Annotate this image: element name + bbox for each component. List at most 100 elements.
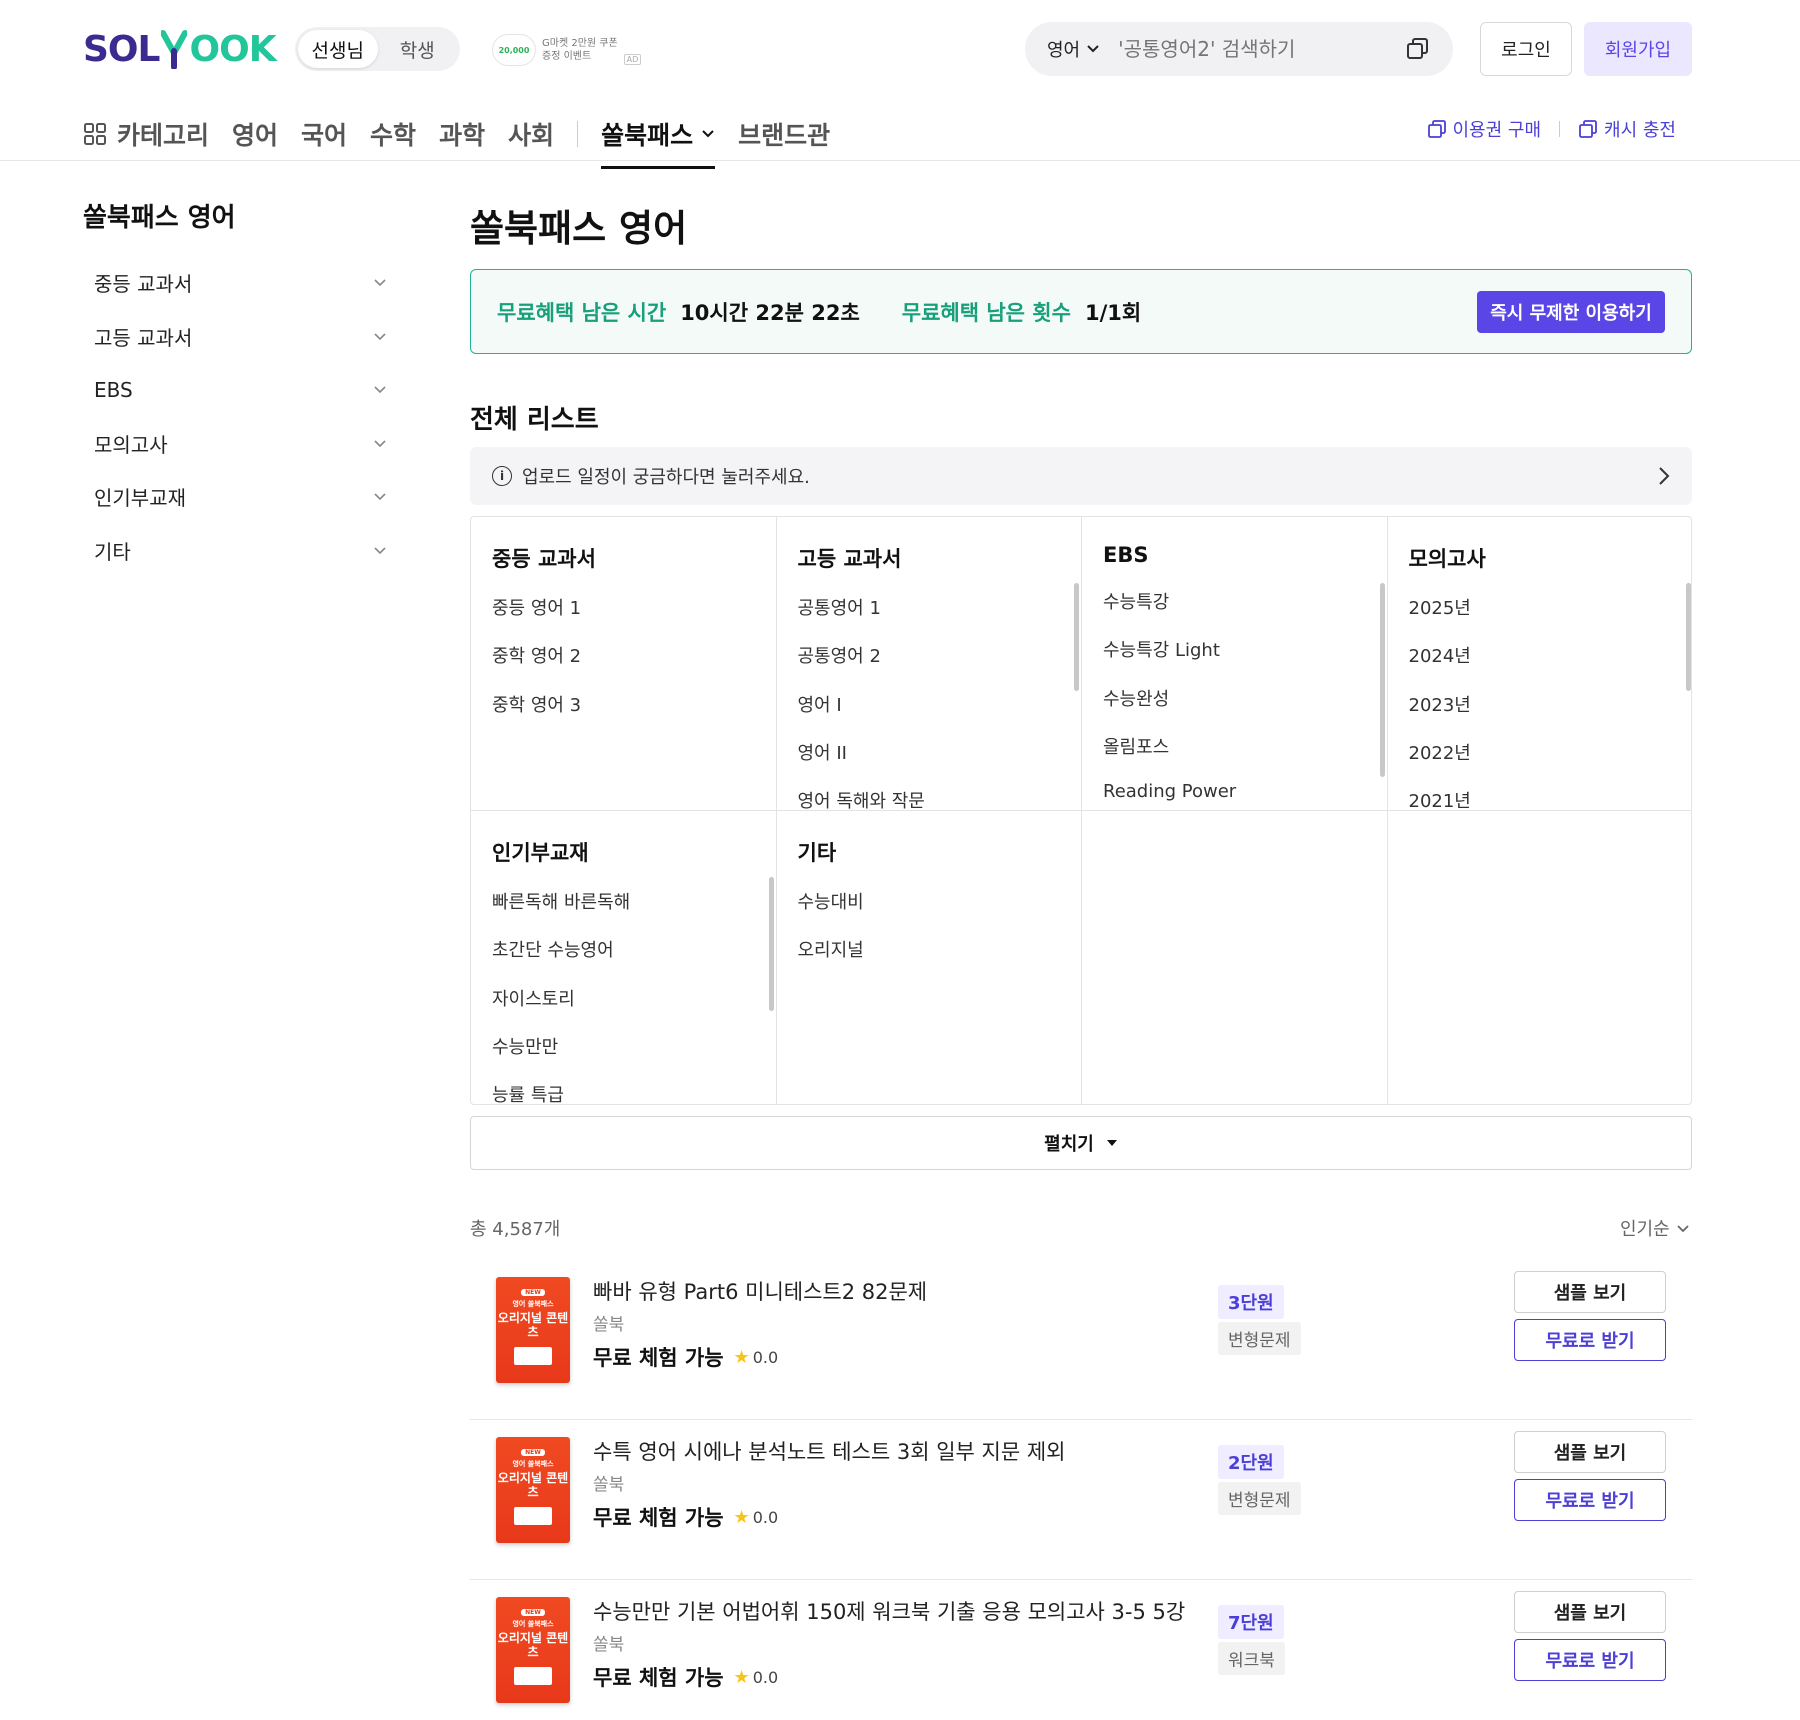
star-icon: ★: [733, 1506, 750, 1528]
buy-pass-link[interactable]: 이용권 구매: [1427, 116, 1541, 142]
grid-link[interactable]: 2025년: [1409, 594, 1673, 642]
role-teacher-tab[interactable]: 선생님: [298, 30, 378, 68]
signup-button[interactable]: 회원가입: [1584, 22, 1692, 76]
type-badge: 워크북: [1218, 1642, 1285, 1675]
chevron-down-icon: [374, 440, 386, 447]
sidebar-item-mock-exam[interactable]: 모의고사: [83, 417, 399, 471]
nav-brand[interactable]: 브랜드관: [738, 116, 830, 152]
ad-tag: AD: [623, 53, 642, 65]
ad-text: G마켓 2만원 쿠폰 증정 이벤트: [542, 37, 618, 63]
grid-cell-high-textbook: 고등 교과서 공통영어 1 공통영어 2 영어 I 영어 II 영어 독해와 작…: [776, 517, 1082, 811]
unit-count-badge: 7단원: [1218, 1605, 1284, 1639]
sidebar-item-popular[interactable]: 인기부교재: [83, 470, 399, 524]
grid-link[interactable]: 올림포스: [1103, 733, 1366, 781]
star-icon: ★: [733, 1666, 750, 1688]
sidebar-item-middle-textbook[interactable]: 중등 교과서: [83, 256, 399, 310]
scrollbar[interactable]: [1379, 583, 1385, 777]
grid-link[interactable]: 수능완성: [1103, 685, 1366, 733]
ad-banner[interactable]: 20,000 G마켓 2만원 쿠폰 증정 이벤트 AD: [492, 30, 644, 70]
product-item[interactable]: NEW 영어 쏠북패스 오리지널 콘텐츠 수특 영어 시에나 분석노트 테스트 …: [470, 1420, 1692, 1580]
product-item[interactable]: NEW 영어 쏠북패스 오리지널 콘텐츠 빠바 유형 Part6 미니테스트2 …: [470, 1260, 1692, 1420]
expand-button[interactable]: 펼치기: [470, 1116, 1692, 1170]
free-trial: 무료 체험 가능 ★ 0.0: [593, 1342, 778, 1372]
grid-cell-empty: [1388, 811, 1692, 1104]
product-item[interactable]: NEW 영어 쏠북패스 오리지널 콘텐츠 수능만만 기본 어법어휘 150제 워…: [470, 1580, 1692, 1720]
grid-link[interactable]: 2023년: [1409, 691, 1673, 739]
grid-link[interactable]: 영어 독해와 작문: [798, 787, 1061, 810]
info-icon: i: [492, 466, 512, 486]
nav-social[interactable]: 사회: [508, 116, 554, 152]
grid-link[interactable]: 수능특강: [1103, 588, 1366, 636]
grid-cell-title: 중등 교과서: [492, 547, 596, 571]
get-free-button[interactable]: 무료로 받기: [1514, 1479, 1666, 1521]
product-name[interactable]: 수능만만 기본 어법어휘 150제 워크북 기출 응용 모의고사 3-5 5강: [593, 1596, 1185, 1626]
sort-select[interactable]: 인기순: [1620, 1215, 1690, 1241]
grid-link[interactable]: 오리지널: [798, 936, 1061, 984]
sample-view-button[interactable]: 샘플 보기: [1514, 1271, 1666, 1313]
copy-icon[interactable]: [1405, 36, 1431, 62]
grid-link[interactable]: 2021년: [1409, 787, 1673, 810]
rating: ★ 0.0: [734, 1347, 779, 1368]
role-toggle[interactable]: 선생님 학생: [295, 27, 460, 71]
product-name[interactable]: 빠바 유형 Part6 미니테스트2 82문제: [593, 1276, 927, 1306]
grid-link[interactable]: 영어 I: [798, 691, 1061, 739]
grid-link[interactable]: 2024년: [1409, 642, 1673, 690]
grid-link[interactable]: 영어 II: [798, 739, 1061, 787]
get-free-button[interactable]: 무료로 받기: [1514, 1319, 1666, 1361]
grid-link[interactable]: 중학 영어 3: [492, 691, 755, 739]
grid-link[interactable]: 중학 영어 2: [492, 642, 755, 690]
grid-link[interactable]: 빠른독해 바른독해: [492, 888, 755, 936]
get-free-button[interactable]: 무료로 받기: [1514, 1639, 1666, 1681]
grid-link[interactable]: 2022년: [1409, 739, 1673, 787]
grid-cell-mock-exam: 모의고사 2025년 2024년 2023년 2022년 2021년: [1387, 517, 1691, 811]
grid-link[interactable]: 수능만만: [492, 1033, 755, 1081]
scrollbar[interactable]: [1074, 583, 1079, 691]
unlimited-use-button[interactable]: 즉시 무제한 이용하기: [1477, 290, 1665, 333]
ticket-icon: [1427, 120, 1446, 138]
product-cover-image[interactable]: NEW 영어 쏠북패스 오리지널 콘텐츠: [496, 1277, 570, 1383]
nav-english[interactable]: 영어: [232, 116, 278, 152]
grid-link[interactable]: 공통영어 2: [798, 642, 1061, 690]
grid-cell-popular: 인기부교재 빠른독해 바른독해 초간단 수능영어 자이스토리 수능만만 능률 특…: [471, 811, 777, 1104]
chevron-down-icon: [374, 333, 386, 340]
search-input[interactable]: [1118, 37, 1405, 61]
nav-korean[interactable]: 국어: [301, 116, 347, 152]
cash-charge-link[interactable]: 캐시 충전: [1578, 116, 1676, 142]
grid-link[interactable]: 수능특강 Light: [1103, 636, 1366, 684]
sort-label: 인기순: [1620, 1219, 1670, 1240]
sample-view-button[interactable]: 샘플 보기: [1514, 1431, 1666, 1473]
grid-link[interactable]: 공통영어 1: [798, 594, 1061, 642]
product-name[interactable]: 수특 영어 시에나 분석노트 테스트 3회 일부 지문 제외: [593, 1436, 1065, 1466]
nav-category[interactable]: 카테고리: [83, 116, 209, 152]
grid-link[interactable]: Reading Power: [1103, 781, 1366, 810]
scrollbar[interactable]: [768, 877, 774, 1011]
logo-mark-icon: [161, 30, 188, 69]
caret-down-icon: [1106, 1140, 1117, 1146]
search-bar[interactable]: 영어: [1025, 22, 1453, 76]
main-nav: 카테고리 영어 국어 수학 과학 사회 쏠북패스 브랜드관: [83, 108, 830, 169]
nav-solbookpass[interactable]: 쏠북패스: [601, 116, 716, 169]
grid-link[interactable]: 중등 영어 1: [492, 594, 755, 642]
product-cover-image[interactable]: NEW 영어 쏠북패스 오리지널 콘텐츠: [496, 1597, 570, 1703]
grid-link[interactable]: 수능대비: [798, 888, 1061, 936]
scrollbar[interactable]: [1686, 583, 1691, 691]
ad-line-1: G마켓 2만원 쿠폰: [542, 38, 618, 49]
login-button[interactable]: 로그인: [1480, 22, 1572, 76]
search-subject-select[interactable]: 영어: [1047, 36, 1100, 62]
upload-schedule-notice[interactable]: i 업로드 일정이 궁금하다면 눌러주세요.: [470, 447, 1692, 505]
sidebar-item-label: 인기부교재: [94, 486, 186, 511]
role-student-tab[interactable]: 학생: [378, 30, 458, 68]
product-cover-image[interactable]: NEW 영어 쏠북패스 오리지널 콘텐츠: [496, 1437, 570, 1543]
solbook-logo[interactable]: SOL OOK: [83, 26, 277, 72]
sample-view-button[interactable]: 샘플 보기: [1514, 1591, 1666, 1633]
grid-link[interactable]: 초간단 수능영어: [492, 936, 755, 984]
cover-illustration: [514, 1507, 552, 1525]
nav-science[interactable]: 과학: [439, 116, 485, 152]
nav-math[interactable]: 수학: [370, 116, 416, 152]
cover-tag: NEW: [521, 1289, 545, 1296]
sidebar-item-high-textbook[interactable]: 고등 교과서: [83, 310, 399, 364]
sidebar-item-etc[interactable]: 기타: [83, 524, 399, 578]
grid-link[interactable]: 자이스토리: [492, 985, 755, 1033]
grid-link[interactable]: 능률 특급: [492, 1081, 755, 1104]
sidebar-item-ebs[interactable]: EBS: [83, 363, 399, 417]
